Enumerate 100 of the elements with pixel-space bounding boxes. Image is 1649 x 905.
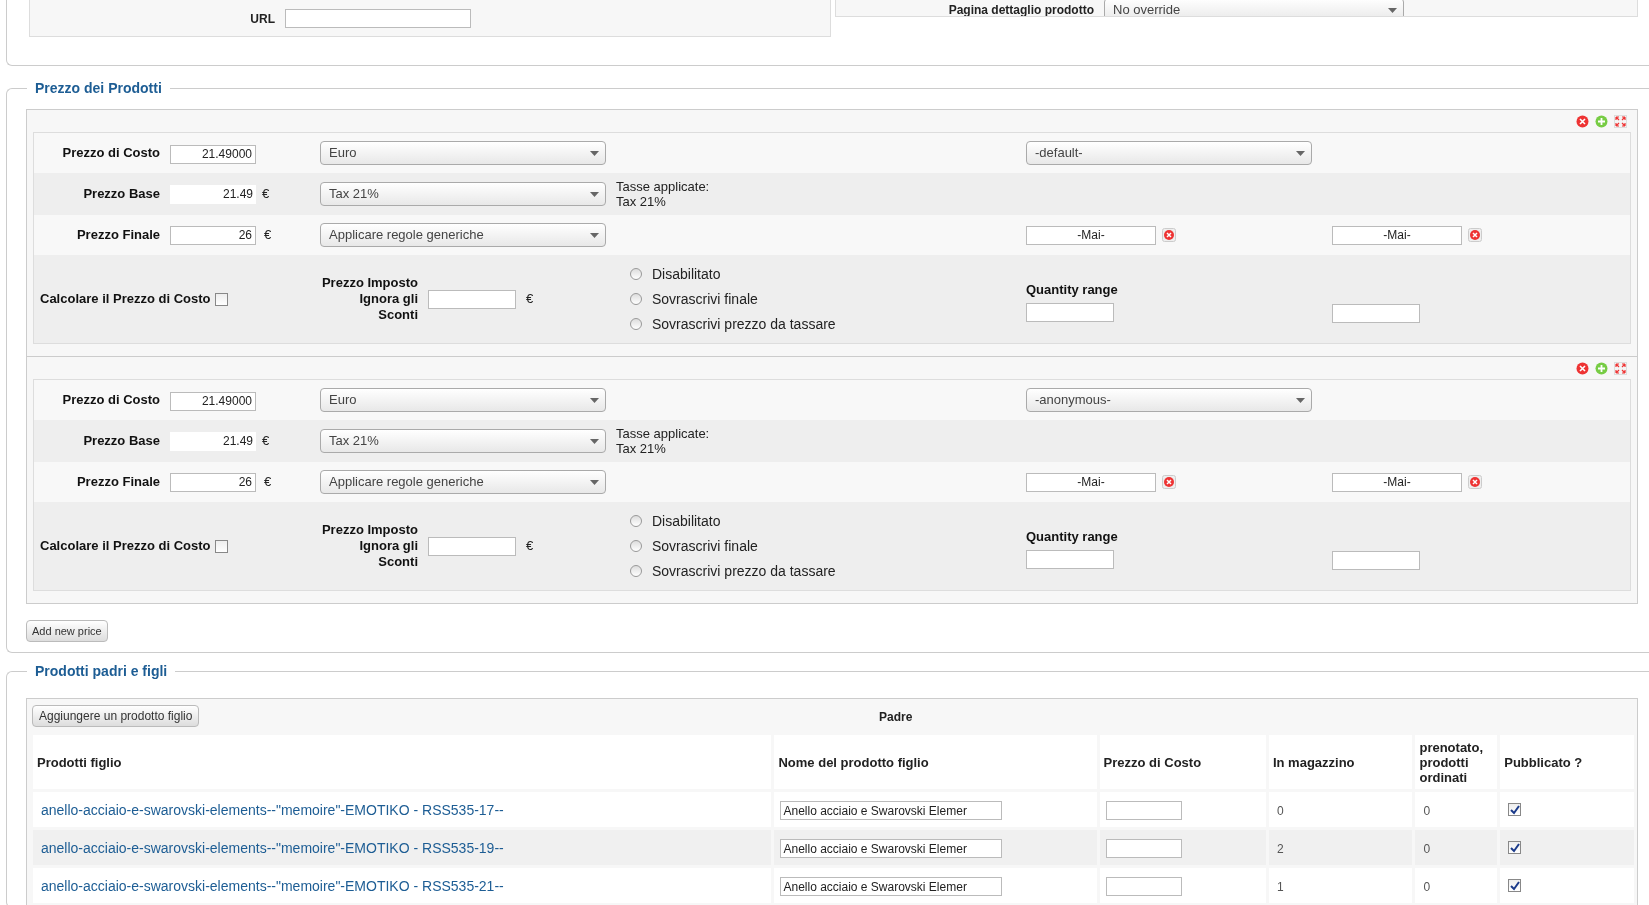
- stock-count: 1: [1276, 879, 1284, 894]
- parent-label: Padre: [879, 709, 913, 724]
- ordered-count: 0: [1423, 879, 1431, 894]
- checkbox[interactable]: [1508, 879, 1522, 892]
- column-header: Pubblicato ?: [1500, 735, 1634, 789]
- section-title: Prezzo dei Prodotti: [34, 79, 163, 98]
- field-label: Prezzo di Costo: [61, 144, 160, 163]
- date-to-field[interactable]: -Mai-: [1332, 225, 1462, 245]
- checkbox[interactable]: [1508, 841, 1522, 854]
- column-header: prenotato, prodotti ordinati: [1415, 735, 1498, 789]
- ordered-count: 0: [1423, 841, 1431, 856]
- field-label: Prezzo Base: [82, 432, 160, 451]
- radio-button[interactable]: [630, 318, 642, 330]
- add-price-button[interactable]: Add new price: [26, 620, 108, 642]
- caret-icon: [590, 397, 599, 403]
- add-icon[interactable]: [1595, 114, 1608, 128]
- currency-select[interactable]: Euro: [320, 141, 606, 165]
- radio-button[interactable]: [630, 515, 642, 527]
- taxes-value: Tax 21%: [616, 194, 667, 209]
- column-header: In magazzino: [1268, 735, 1413, 789]
- radio-label: Disabilitato: [652, 511, 721, 531]
- final-price-field[interactable]: 26: [170, 225, 256, 245]
- override-price-field[interactable]: [428, 289, 516, 309]
- taxes-value: Tax 21%: [616, 441, 667, 456]
- radio-label: Sovrascrivi finale: [652, 536, 758, 556]
- tax-select[interactable]: Tax 21%: [320, 429, 606, 453]
- ordered-count: 0: [1423, 803, 1431, 818]
- shopper-group-select[interactable]: -anonymous-: [1026, 388, 1312, 412]
- radio-label: Sovrascrivi prezzo da tassare: [652, 314, 836, 334]
- currency-symbol: €: [526, 537, 534, 556]
- quantity-from-field[interactable]: [1026, 550, 1114, 570]
- column-header: Prezzo di Costo: [1099, 735, 1266, 789]
- quantity-range-label: Quantity range: [1026, 527, 1119, 546]
- quantity-from-field[interactable]: [1026, 303, 1114, 323]
- date-from-field[interactable]: -Mai-: [1026, 225, 1156, 245]
- child-name-field[interactable]: Anello acciaio e Swarovski Elemer: [780, 801, 1003, 820]
- cost-price-field[interactable]: 21.49000: [170, 391, 256, 411]
- radio-button[interactable]: [630, 293, 642, 305]
- radio-label: Disabilitato: [652, 264, 721, 284]
- clear-icon[interactable]: [1162, 228, 1176, 242]
- add-icon[interactable]: [1595, 361, 1608, 375]
- clear-icon[interactable]: [1468, 475, 1482, 489]
- radio-button[interactable]: [630, 540, 642, 552]
- date-to-field[interactable]: -Mai-: [1332, 472, 1462, 492]
- radio-label: Sovrascrivi prezzo da tassare: [652, 561, 836, 581]
- page-detail-select[interactable]: No override: [1104, 0, 1404, 16]
- price-rule-select[interactable]: Applicare regole generiche: [320, 470, 606, 494]
- checkbox[interactable]: [214, 539, 228, 553]
- section-title: Prodotti padri e figli: [34, 662, 169, 681]
- currency-symbol: €: [526, 290, 534, 309]
- date-from-field[interactable]: -Mai-: [1026, 472, 1156, 492]
- expand-icon[interactable]: [1614, 114, 1627, 128]
- currency-symbol: €: [264, 473, 272, 492]
- stock-count: 0: [1276, 803, 1284, 818]
- field-label: Prezzo Finale: [75, 226, 160, 245]
- checkbox[interactable]: [1508, 803, 1522, 816]
- calculate-cost-label: Calcolare il Prezzo di Costo: [40, 537, 211, 556]
- clear-icon[interactable]: [1468, 228, 1482, 242]
- stock-count: 2: [1276, 841, 1284, 856]
- quantity-to-field[interactable]: [1332, 550, 1420, 570]
- add-child-button[interactable]: Aggiungere un prodotto figlio: [32, 704, 200, 727]
- base-price-field[interactable]: 21.49: [170, 431, 256, 451]
- caret-icon: [590, 150, 599, 156]
- page-detail-label: Pagina dettaglio prodotto: [948, 3, 1094, 16]
- url-field[interactable]: [285, 8, 471, 28]
- final-price-field[interactable]: 26: [170, 472, 256, 492]
- radio-button[interactable]: [630, 565, 642, 577]
- currency-select[interactable]: Euro: [320, 388, 606, 412]
- field-label: Prezzo di Costo: [61, 391, 160, 410]
- caret-icon: [590, 232, 599, 238]
- field-label: Prezzo Finale: [75, 473, 160, 492]
- cost-price-field[interactable]: [1105, 839, 1182, 858]
- override-price-field[interactable]: [428, 536, 516, 556]
- checkbox[interactable]: [214, 292, 228, 306]
- child-name-field[interactable]: Anello acciaio e Swarovski Elemer: [780, 839, 1003, 858]
- quantity-range-label: Quantity range: [1026, 280, 1119, 299]
- radio-button[interactable]: [630, 268, 642, 280]
- tax-select[interactable]: Tax 21%: [320, 182, 606, 206]
- override-price-label: Prezzo Imposto Ignora gli Sconti: [320, 522, 418, 570]
- quantity-to-field[interactable]: [1332, 303, 1420, 323]
- caret-icon: [1296, 150, 1305, 156]
- calculate-cost-label: Calcolare il Prezzo di Costo: [40, 290, 211, 309]
- remove-icon[interactable]: [1576, 114, 1589, 128]
- caret-icon: [1296, 397, 1305, 403]
- column-header: Nome del prodotto figlio: [774, 735, 1097, 789]
- expand-icon[interactable]: [1614, 361, 1627, 375]
- remove-icon[interactable]: [1576, 361, 1589, 375]
- shopper-group-select[interactable]: -default-: [1026, 141, 1312, 165]
- cost-price-field[interactable]: 21.49000: [170, 144, 256, 164]
- cost-price-field[interactable]: [1105, 877, 1182, 896]
- clear-icon[interactable]: [1162, 475, 1176, 489]
- column-header: Prodotti figlio: [33, 735, 772, 789]
- taxes-label: Tasse applicate:: [616, 426, 710, 441]
- base-price-field[interactable]: 21.49: [170, 184, 256, 204]
- child-name-field[interactable]: Anello acciaio e Swarovski Elemer: [780, 877, 1003, 896]
- taxes-label: Tasse applicate:: [616, 179, 710, 194]
- currency-symbol: €: [262, 185, 270, 204]
- price-rule-select[interactable]: Applicare regole generiche: [320, 223, 606, 247]
- cost-price-field[interactable]: [1105, 801, 1182, 820]
- caret-icon: [590, 438, 599, 444]
